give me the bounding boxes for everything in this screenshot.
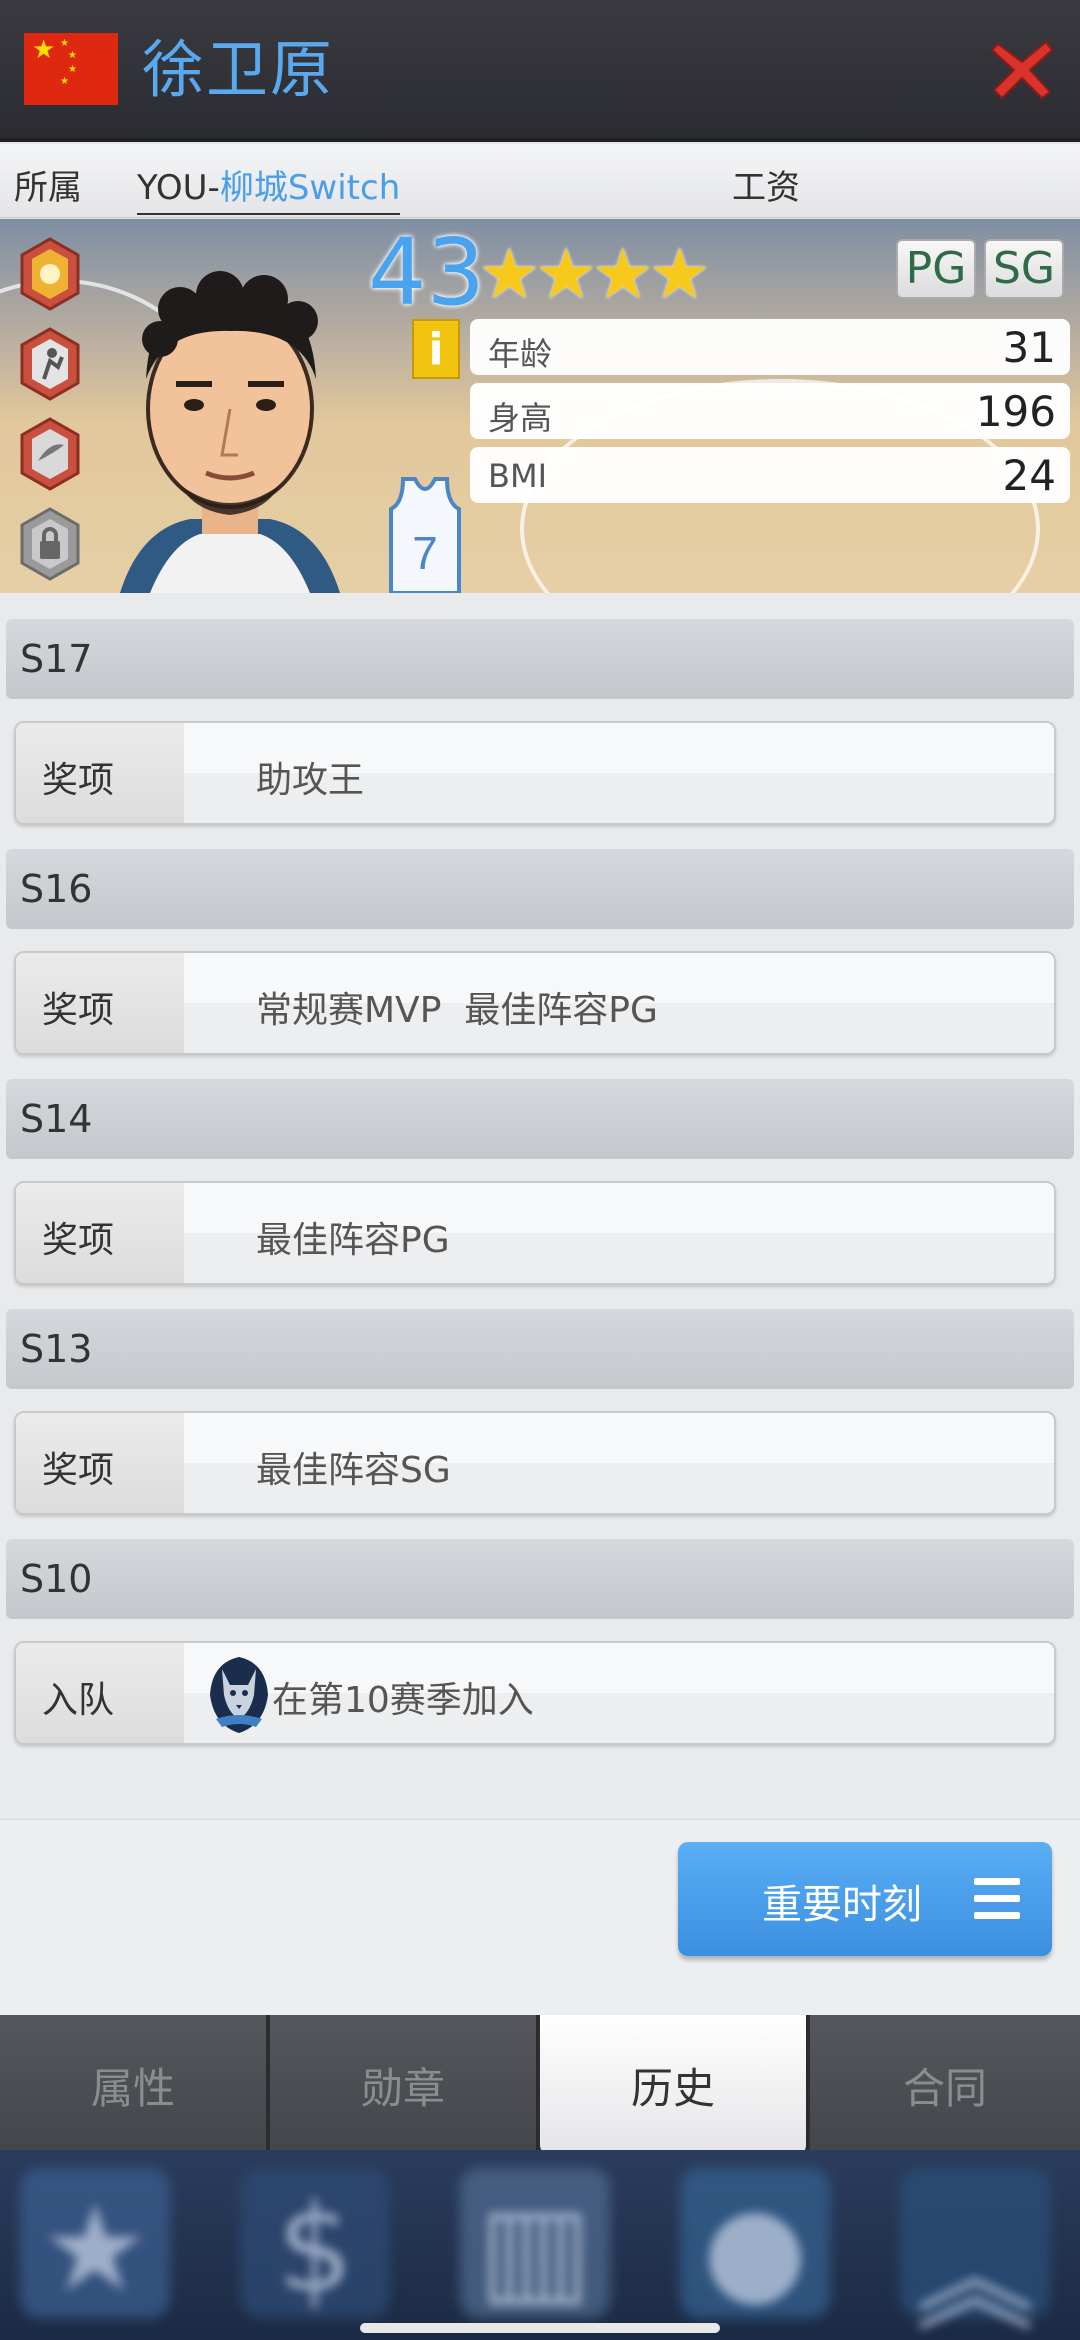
stat-label: 身高	[488, 399, 553, 437]
affiliation-label: 所属	[14, 168, 82, 208]
award-row: 奖项 助攻王	[14, 721, 1056, 825]
stat-row-height: 身高 196	[470, 383, 1070, 439]
dollar-icon: $	[276, 2180, 354, 2319]
join-value: 在第10赛季加入	[272, 1680, 534, 1721]
moments-area: 重要时刻	[0, 1819, 1080, 2015]
tab-label: 合同	[902, 2064, 987, 2113]
award-value-cell: 常规赛MVP 最佳阵容PG	[184, 953, 1054, 1053]
player-avatar	[120, 271, 340, 593]
stat-row-bmi: BMI 24	[470, 447, 1070, 503]
join-label: 入队	[42, 1680, 115, 1721]
salary-label: 工资	[732, 168, 800, 208]
tab-bar: 属性 勋章 历史 合同	[0, 2015, 1080, 2155]
season-header: S13	[6, 1309, 1074, 1389]
player-card: 43 ★★★★ PG SG i 年龄 31 身高 196 BMI 24 7	[0, 219, 1080, 593]
position-badge-pg: PG	[896, 239, 976, 299]
stat-label: BMI	[488, 457, 547, 495]
roster-icon: ▥	[478, 2180, 592, 2319]
star-icon: ★	[41, 2180, 149, 2319]
chat-icon: ●	[702, 2180, 808, 2319]
award-value: 最佳阵容PG	[256, 1220, 450, 1261]
jersey-number: 7	[412, 527, 438, 579]
tab-label: 勋章	[360, 2064, 445, 2113]
affiliation-row: 所属 YOU-柳城Switch 工资	[0, 144, 1080, 218]
home-indicator[interactable]	[360, 2323, 720, 2333]
tab-contract[interactable]: 合同	[810, 2015, 1080, 2150]
important-moments-label: 重要时刻	[762, 1882, 922, 1928]
history-list[interactable]: S17 奖项 助攻王 S16 奖项 常规赛MVP 最佳阵容PG S14 奖项 最…	[0, 593, 1080, 1819]
background-nav-bar: ★ $ ▥ ● ︽	[0, 2150, 1080, 2340]
stat-row-age: 年龄 31	[470, 319, 1070, 375]
header-bar: ★ ★ ★ ★ ★ 徐卫原	[0, 0, 1080, 142]
season-label: S17	[20, 637, 93, 681]
award-label: 奖项	[42, 990, 115, 1031]
team-link[interactable]: YOU-柳城Switch	[137, 160, 401, 215]
jersey-icon: 7	[389, 477, 461, 593]
tab-history[interactable]: 历史	[540, 2015, 808, 2155]
tab-badges[interactable]: 勋章	[270, 2015, 538, 2150]
stat-value: 196	[975, 387, 1056, 436]
award-value-cell: 最佳阵容SG	[184, 1413, 1054, 1513]
season-label: S13	[20, 1327, 93, 1371]
china-flag-icon: ★ ★ ★ ★ ★	[24, 33, 118, 105]
season-label: S14	[20, 1097, 93, 1141]
team-name: 柳城Switch	[219, 168, 401, 208]
award-value-cell: 最佳阵容PG	[184, 1183, 1054, 1283]
join-row: 入队 在第10赛季加入	[14, 1641, 1056, 1745]
award-label-cell: 奖项	[16, 1413, 184, 1513]
award-row: 奖项 最佳阵容PG	[14, 1181, 1056, 1285]
position-badge-sg: SG	[984, 239, 1064, 299]
wolf-team-logo-icon	[210, 1657, 268, 1733]
stat-value: 31	[1002, 323, 1056, 372]
award-value: 最佳阵容SG	[256, 1450, 451, 1491]
award-label: 奖项	[42, 1450, 115, 1491]
upgrade-chevron-icon: ︽	[915, 2209, 1035, 2340]
rating-stars: ★★★★	[478, 233, 711, 315]
join-value-cell: 在第10赛季加入	[184, 1643, 1054, 1743]
award-row: 奖项 最佳阵容SG	[14, 1411, 1056, 1515]
season-label: S10	[20, 1557, 93, 1601]
season-label: S16	[20, 867, 93, 911]
season-header: S17	[6, 619, 1074, 699]
stat-value: 24	[1002, 451, 1056, 500]
award-label: 奖项	[42, 1220, 115, 1261]
award-row: 奖项 常规赛MVP 最佳阵容PG	[14, 951, 1056, 1055]
join-label-cell: 入队	[16, 1643, 184, 1743]
team-prefix: YOU-	[137, 168, 220, 208]
award-value: 常规赛MVP 最佳阵容PG	[256, 990, 658, 1031]
tab-label: 属性	[90, 2064, 175, 2113]
award-label-cell: 奖项	[16, 723, 184, 823]
player-skill-badge-icon[interactable]	[18, 327, 82, 401]
award-label-cell: 奖项	[16, 1183, 184, 1283]
stat-label: 年龄	[488, 335, 553, 373]
season-header: S16	[6, 849, 1074, 929]
info-icon[interactable]: i	[412, 319, 460, 379]
tab-label: 历史	[630, 2064, 715, 2113]
important-moments-button[interactable]: 重要时刻	[678, 1842, 1052, 1956]
player-rating: 43	[368, 219, 486, 326]
locked-badge-icon[interactable]	[18, 507, 82, 581]
award-label-cell: 奖项	[16, 953, 184, 1053]
season-header: S10	[6, 1539, 1074, 1619]
close-button[interactable]	[990, 34, 1054, 104]
wing-skill-badge-icon[interactable]	[18, 417, 82, 491]
award-value: 助攻王	[256, 760, 365, 801]
season-header: S14	[6, 1079, 1074, 1159]
award-label: 奖项	[42, 760, 115, 801]
menu-lines-icon	[974, 1878, 1020, 1920]
player-name: 徐卫原	[142, 33, 335, 106]
tab-attributes[interactable]: 属性	[0, 2015, 268, 2150]
close-x-icon	[990, 40, 1054, 100]
award-value-cell: 助攻王	[184, 723, 1054, 823]
skill-badge-icon[interactable]	[18, 237, 82, 311]
